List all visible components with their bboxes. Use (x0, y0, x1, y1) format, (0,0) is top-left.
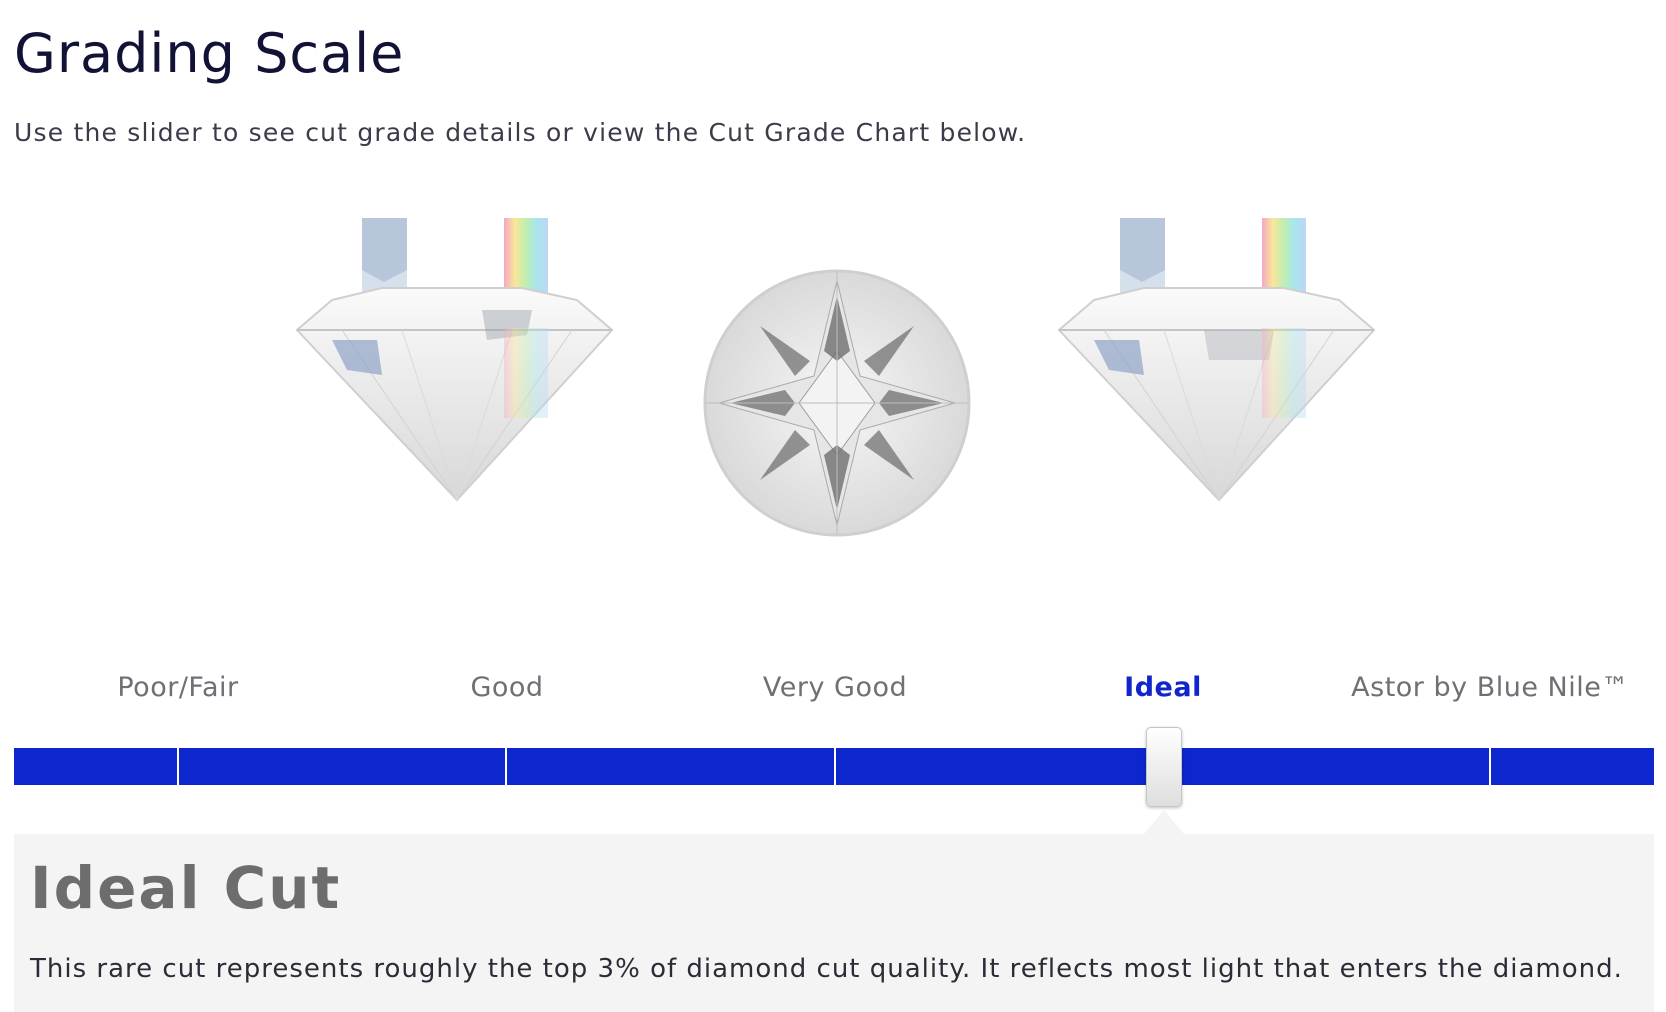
page-title: Grading Scale (14, 22, 405, 85)
slider-tick (1489, 748, 1491, 785)
grade-label-good[interactable]: Good (470, 672, 543, 703)
grade-label-very-good[interactable]: Very Good (763, 672, 907, 703)
grade-label-poor-fair[interactable]: Poor/Fair (117, 672, 238, 703)
slider-tick (177, 748, 179, 785)
grade-label-ideal[interactable]: Ideal (1124, 672, 1202, 703)
cut-grade-slider-thumb[interactable] (1146, 727, 1182, 807)
detail-panel-pointer (1144, 810, 1184, 834)
cut-grade-slider-track[interactable] (14, 748, 1654, 785)
cut-detail-panel: Ideal Cut This rare cut represents rough… (14, 834, 1654, 1012)
diamond-side-view-image (1057, 218, 1376, 502)
slider-tick (505, 748, 507, 785)
diamond-side-view-image (295, 218, 614, 502)
grade-label-astor[interactable]: Astor by Blue Nile™ (1351, 672, 1629, 703)
grade-labels: Poor/Fair Good Very Good Ideal Astor by … (0, 672, 1666, 722)
slider-tick (834, 748, 836, 785)
diamond-top-view-image (703, 269, 971, 537)
cut-detail-description: This rare cut represents roughly the top… (30, 954, 1623, 984)
page-subtitle: Use the slider to see cut grade details … (14, 118, 1027, 147)
diamond-illustrations (0, 200, 1666, 540)
cut-detail-title: Ideal Cut (30, 854, 342, 922)
